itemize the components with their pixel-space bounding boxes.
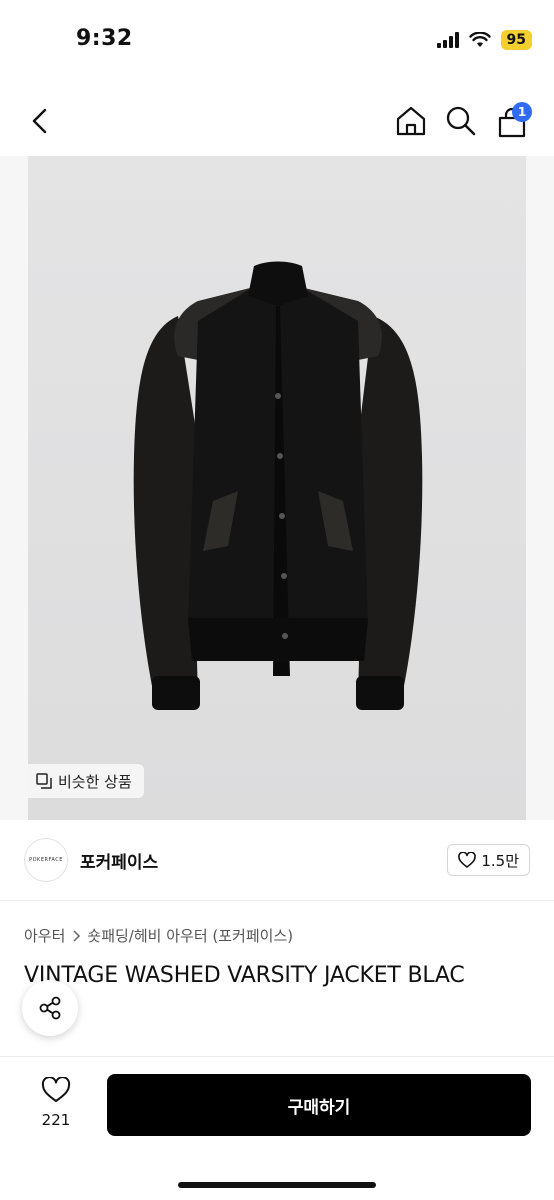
brand-logo[interactable]: POKERFACE bbox=[24, 838, 68, 882]
wishlist-count: 221 bbox=[41, 1111, 71, 1129]
product-image[interactable]: 비슷한 상품 bbox=[28, 156, 526, 820]
heart-icon bbox=[458, 852, 477, 868]
back-icon bbox=[32, 108, 47, 134]
similar-products-button[interactable]: 비슷한 상품 bbox=[28, 764, 144, 798]
product-title: VINTAGE WASHED VARSITY JACKET BLAC bbox=[24, 963, 465, 988]
brand-name[interactable]: 포커페이스 bbox=[80, 848, 158, 873]
brand-like-button[interactable]: 1.5만 bbox=[447, 844, 530, 876]
status-icons: 95 bbox=[436, 30, 532, 50]
brand-row: POKERFACE 포커페이스 1.5만 bbox=[0, 836, 554, 884]
bottom-action-bar: 221 구매하기 bbox=[0, 1056, 554, 1200]
home-indicator bbox=[178, 1182, 376, 1188]
signal-icon bbox=[436, 32, 459, 48]
cart-count-badge: 1 bbox=[512, 102, 532, 122]
back-button[interactable] bbox=[26, 104, 56, 138]
top-nav: 1 bbox=[0, 96, 554, 146]
brand-logo-text: POKERFACE bbox=[29, 857, 63, 863]
search-button[interactable] bbox=[444, 104, 478, 138]
home-icon bbox=[396, 106, 426, 136]
brand-like-count: 1.5만 bbox=[481, 851, 519, 870]
search-icon bbox=[446, 106, 476, 136]
buy-button[interactable]: 구매하기 bbox=[107, 1074, 531, 1136]
section-divider bbox=[0, 900, 554, 901]
wifi-icon bbox=[468, 32, 491, 47]
wishlist-button[interactable]: 221 bbox=[36, 1076, 76, 1129]
status-time: 9:32 bbox=[76, 26, 133, 51]
chevron-right-icon bbox=[73, 929, 81, 942]
breadcrumb-subcategory[interactable]: 숏패딩/헤비 아우터 (포커페이스) bbox=[87, 925, 293, 946]
jacket-image bbox=[133, 261, 423, 710]
home-button[interactable] bbox=[394, 104, 428, 138]
share-icon bbox=[39, 996, 61, 1020]
similar-products-label: 비슷한 상품 bbox=[58, 772, 132, 791]
battery-indicator: 95 bbox=[500, 30, 532, 50]
status-bar: 9:32 95 bbox=[0, 0, 554, 80]
breadcrumb: 아우터 숏패딩/헤비 아우터 (포커페이스) bbox=[24, 925, 293, 946]
breadcrumb-category[interactable]: 아우터 bbox=[24, 925, 65, 946]
cart-button[interactable]: 1 bbox=[494, 102, 532, 138]
copy-icon bbox=[36, 773, 52, 789]
heart-icon bbox=[41, 1076, 71, 1102]
share-button[interactable] bbox=[22, 980, 78, 1036]
